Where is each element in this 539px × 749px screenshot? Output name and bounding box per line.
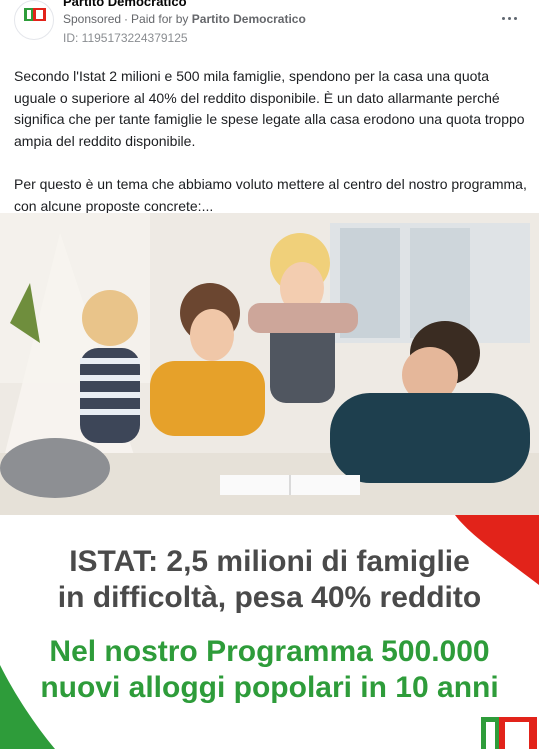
post-paragraph: Secondo l'Istat 2 milioni e 500 mila fam…	[14, 68, 525, 149]
headline-line: in difficoltà, pesa 40% reddito	[57, 581, 482, 614]
meta-separator: ·	[124, 12, 129, 26]
headline-line: Nel nostro Programma 500.000	[49, 635, 490, 668]
pd-logo-icon	[481, 717, 537, 749]
ad-id: ID: 1195173224379125	[63, 31, 188, 45]
page-avatar[interactable]	[14, 0, 54, 40]
headline-line: nuovi alloggi popolari in 10 anni	[40, 671, 499, 704]
pd-logo-icon	[24, 8, 46, 21]
page-name[interactable]: Partito Democratico	[63, 0, 187, 9]
ad-creative[interactable]: ISTAT: 2,5 milioni di famiglie in diffic…	[0, 213, 539, 749]
more-options-button[interactable]	[497, 6, 521, 30]
family-photo	[0, 213, 539, 515]
headline-line: ISTAT: 2,5 milioni di famiglie	[69, 545, 470, 578]
paid-for-label: Paid for by	[131, 12, 189, 26]
paid-for-name[interactable]: Partito Democratico	[192, 12, 306, 26]
sponsored-label: Sponsored	[63, 12, 122, 26]
more-horizontal-icon	[501, 16, 505, 20]
ad-banner: ISTAT: 2,5 milioni di famiglie in diffic…	[0, 515, 539, 749]
post-header: Partito Democratico Sponsored · Paid for b…	[0, 0, 539, 56]
post-paragraph: Per questo è un tema che abbiamo voluto …	[14, 175, 527, 214]
sponsored-meta: Sponsored · Paid for by Partito Democratic…	[63, 12, 306, 26]
